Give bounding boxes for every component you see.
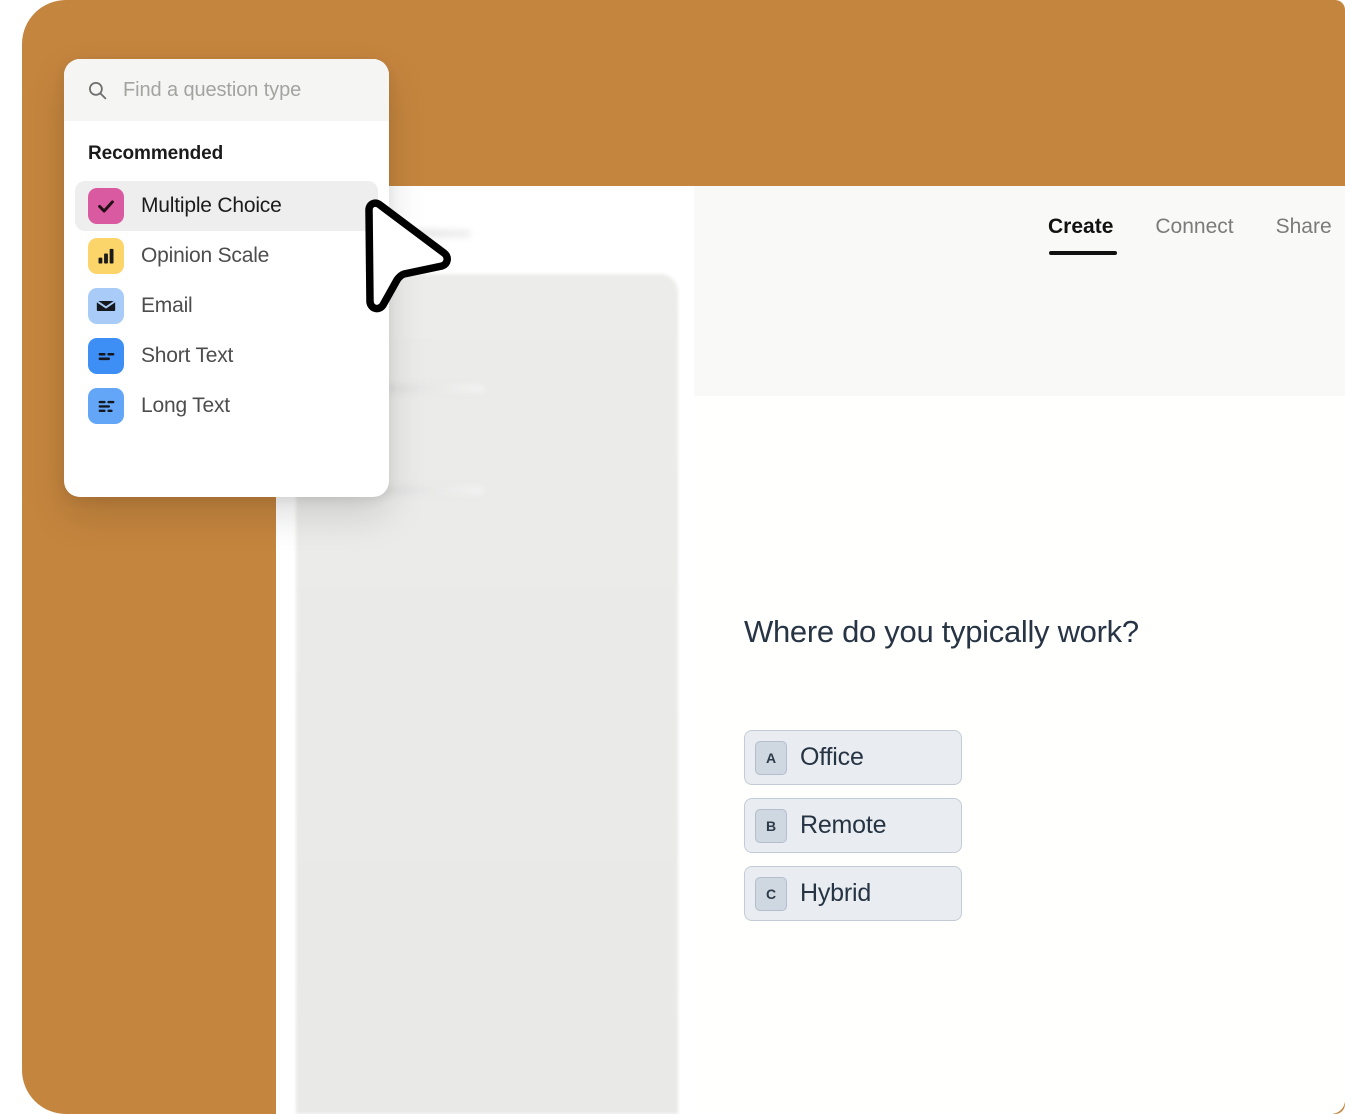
option-label: Remote [800, 811, 886, 840]
envelope-icon [88, 288, 124, 324]
answer-option[interactable]: B Remote [744, 798, 962, 853]
section-title-recommended: Recommended [64, 143, 389, 165]
checkmark-icon [88, 188, 124, 224]
option-key-badge: B [755, 809, 787, 843]
question-type-label: Email [141, 294, 193, 318]
tab-share[interactable]: Share [1276, 215, 1332, 255]
search-input[interactable]: Find a question type [123, 79, 301, 102]
short-text-icon [88, 338, 124, 374]
dropdown-body: Recommended Multiple Choice [64, 121, 389, 431]
question-type-label: Short Text [141, 344, 233, 368]
preview-question-title: Where do you typically work? [744, 614, 1214, 650]
answer-option[interactable]: C Hybrid [744, 866, 962, 921]
question-type-email[interactable]: Email [75, 281, 378, 331]
answer-option[interactable]: A Office [744, 730, 962, 785]
option-key-badge: A [755, 741, 787, 775]
question-type-short-text[interactable]: Short Text [75, 331, 378, 381]
long-text-icon [88, 388, 124, 424]
tab-connect[interactable]: Connect [1155, 215, 1233, 255]
question-type-search-bar[interactable]: Find a question type [64, 59, 389, 121]
tab-create[interactable]: Create [1048, 215, 1113, 255]
question-type-multiple-choice[interactable]: Multiple Choice [75, 181, 378, 231]
question-type-long-text[interactable]: Long Text [75, 381, 378, 431]
question-type-label: Multiple Choice [141, 194, 282, 218]
question-type-dropdown: Find a question type Recommended Multipl… [64, 59, 389, 497]
search-icon [88, 81, 107, 100]
option-key-badge: C [755, 877, 787, 911]
question-type-label: Opinion Scale [141, 244, 269, 268]
option-label: Office [800, 743, 864, 772]
app-window: Where do you typically work? A Office B … [276, 186, 1345, 1114]
screenshot-frame: Where do you typically work? A Office B … [0, 0, 1345, 1114]
question-type-opinion-scale[interactable]: Opinion Scale [75, 231, 378, 281]
option-label: Hybrid [800, 879, 871, 908]
bar-chart-icon [88, 238, 124, 274]
question-type-label: Long Text [141, 394, 230, 418]
top-nav-tabs: Create Connect Share [1048, 215, 1332, 255]
